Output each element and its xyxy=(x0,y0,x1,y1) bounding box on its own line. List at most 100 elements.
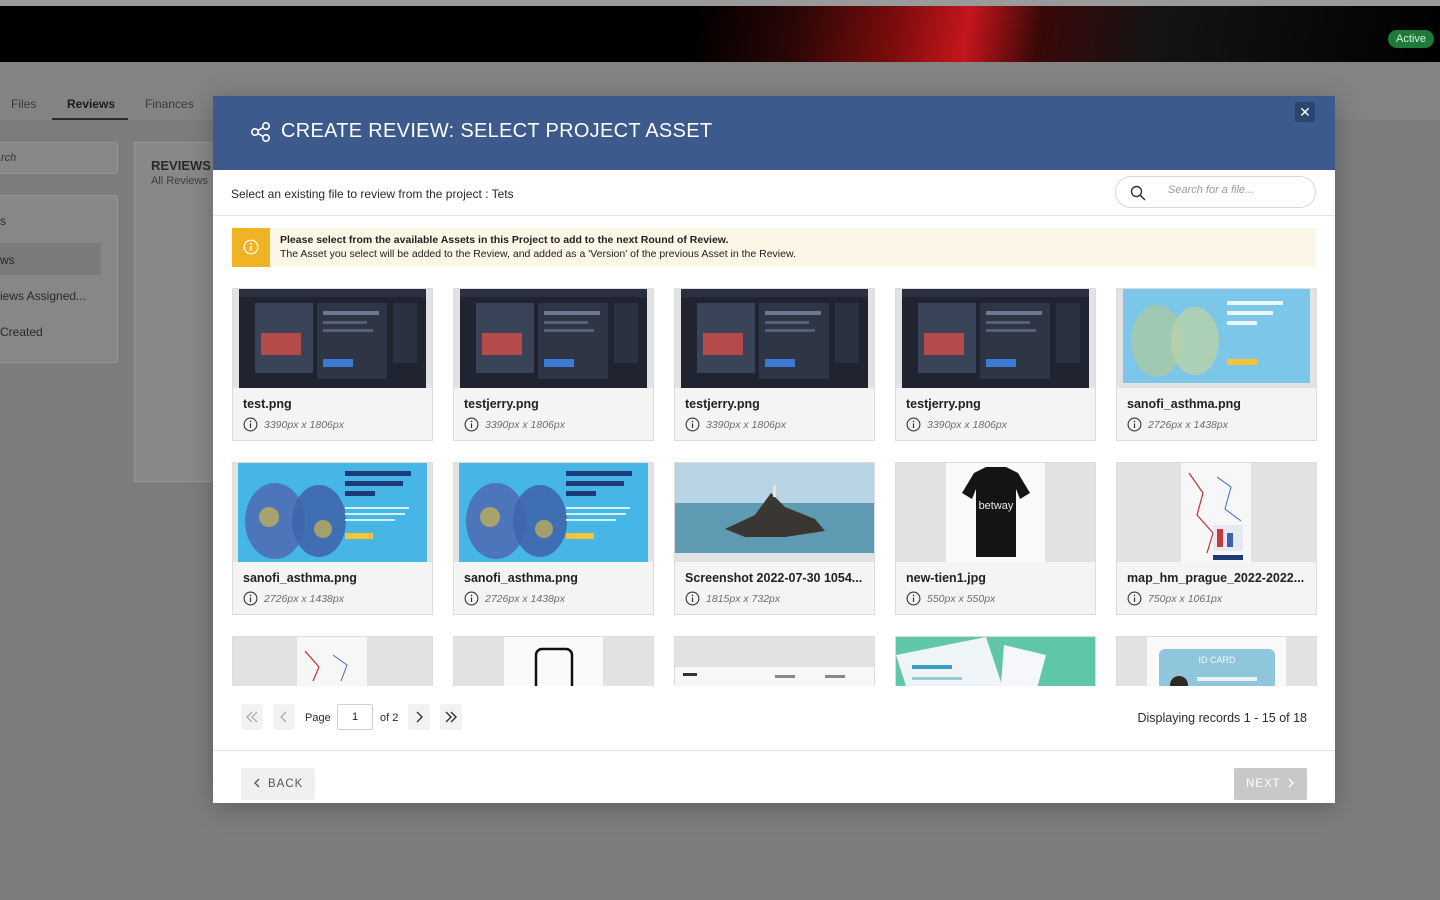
asset-thumbnail xyxy=(675,463,874,562)
asset-thumbnail xyxy=(1117,463,1316,562)
asset-name: testjerry.png xyxy=(464,397,539,411)
asset-card[interactable]: Screenshot 2022-07-30 1054... 1815px x 73… xyxy=(674,462,875,615)
first-page-button[interactable] xyxy=(241,704,263,730)
info-notice: Please select from the available Assets … xyxy=(232,228,1316,267)
info-icon[interactable] xyxy=(464,591,479,606)
asset-card[interactable]: testjerry.png 3390px x 1806px xyxy=(453,288,654,441)
search-icon xyxy=(1130,185,1146,201)
back-button[interactable]: BACK xyxy=(241,768,315,800)
reviews-panel-subtitle: All Reviews xyxy=(151,175,208,187)
asset-thumbnail xyxy=(233,637,432,686)
asset-dimensions: 1815px x 732px xyxy=(706,593,781,605)
modal-header: CREATE REVIEW: SELECT PROJECT ASSET ✕ xyxy=(213,96,1335,170)
asset-card[interactable]: test.png 3390px x 1806px xyxy=(232,288,433,441)
close-button[interactable]: ✕ xyxy=(1295,102,1315,122)
asset-card[interactable] xyxy=(453,636,654,686)
chevron-left-icon xyxy=(254,778,260,788)
pagination-bar: Page of 2 Displaying records 1 - 15 of 1… xyxy=(213,704,1335,734)
file-search-box[interactable] xyxy=(1115,176,1316,208)
notice-heading: Please select from the available Assets … xyxy=(280,234,729,246)
asset-card[interactable]: ID CARD xyxy=(1116,636,1317,686)
asset-dimensions: 2726px x 1438px xyxy=(264,593,344,605)
asset-dimensions: 2726px x 1438px xyxy=(1148,419,1228,431)
asset-name: test.png xyxy=(243,397,292,411)
records-count: Displaying records 1 - 15 of 18 xyxy=(1137,711,1307,725)
info-icon[interactable] xyxy=(906,591,921,606)
modal-footer: BACK NEXT xyxy=(213,750,1335,803)
reviews-panel-title: REVIEWS xyxy=(151,158,211,173)
sidebar-item-all[interactable]: s xyxy=(0,214,6,228)
svg-text:ID CARD: ID CARD xyxy=(1198,655,1236,665)
next-page-button[interactable] xyxy=(408,704,430,730)
asset-card[interactable] xyxy=(674,636,875,686)
page-total-label: of 2 xyxy=(380,712,399,724)
asset-name: map_hm_prague_2022-2022... xyxy=(1127,571,1305,585)
last-page-button[interactable] xyxy=(440,704,462,730)
info-icon[interactable] xyxy=(906,417,921,432)
chevron-right-icon xyxy=(416,711,423,723)
sidebar-item-reviews-assigned[interactable]: iews Assigned... xyxy=(0,289,86,303)
asset-name: Screenshot 2022-07-30 1054... xyxy=(685,571,863,585)
create-review-modal: CREATE REVIEW: SELECT PROJECT ASSET ✕ Se… xyxy=(213,96,1335,803)
close-icon: ✕ xyxy=(1299,104,1311,120)
asset-thumbnail xyxy=(896,637,1095,686)
asset-name: sanofi_asthma.png xyxy=(464,571,578,585)
double-chevron-right-icon xyxy=(445,711,457,723)
asset-thumbnail xyxy=(233,289,432,388)
tab-reviews[interactable]: Reviews xyxy=(67,97,115,111)
notice-icon-box xyxy=(232,228,270,267)
info-icon xyxy=(243,239,259,255)
info-icon[interactable] xyxy=(1127,417,1142,432)
next-button-label: NEXT xyxy=(1246,778,1281,790)
sidebar-item-my-reviews[interactable]: ws xyxy=(0,253,15,267)
asset-grid[interactable]: test.png 3390px x 1806px testjerry.png 3390… xyxy=(232,288,1318,686)
asset-card[interactable]: sanofi_asthma.png 2726px x 1438px xyxy=(232,462,433,615)
double-chevron-left-icon xyxy=(246,711,258,723)
next-button[interactable]: NEXT xyxy=(1234,768,1307,800)
tab-files[interactable]: Files xyxy=(11,97,36,111)
subheader-text: Select an existing file to review from t… xyxy=(231,187,514,201)
asset-dimensions: 550px x 550px xyxy=(927,593,996,605)
page-number-input[interactable] xyxy=(337,704,373,730)
info-icon[interactable] xyxy=(243,417,258,432)
notice-body: The Asset you select will be added to th… xyxy=(280,248,796,260)
asset-card[interactable]: sanofi_asthma.png 2726px x 1438px xyxy=(453,462,654,615)
asset-dimensions: 3390px x 1806px xyxy=(485,419,565,431)
reviews-search-input[interactable]: rch xyxy=(0,142,118,174)
info-icon[interactable] xyxy=(685,591,700,606)
asset-dimensions: 3390px x 1806px xyxy=(264,419,344,431)
asset-thumbnail xyxy=(1117,289,1316,388)
tab-active-indicator xyxy=(52,118,128,120)
sidebar-item-created[interactable]: Created xyxy=(0,325,43,339)
asset-thumbnail xyxy=(675,289,874,388)
asset-dimensions: 750px x 1061px xyxy=(1148,593,1223,605)
asset-card[interactable]: map_hm_prague_2022-2022... 750px x 1061px xyxy=(1116,462,1317,615)
previous-page-button[interactable] xyxy=(273,704,295,730)
asset-thumbnail: betway xyxy=(896,463,1095,562)
back-button-label: BACK xyxy=(268,778,304,790)
info-icon[interactable] xyxy=(1127,591,1142,606)
info-icon[interactable] xyxy=(243,591,258,606)
asset-card[interactable]: sanofi_asthma.png 2726px x 1438px xyxy=(1116,288,1317,441)
info-icon[interactable] xyxy=(685,417,700,432)
asset-thumbnail xyxy=(233,463,432,562)
asset-card[interactable] xyxy=(232,636,433,686)
asset-name: sanofi_asthma.png xyxy=(243,571,357,585)
asset-card[interactable] xyxy=(895,636,1096,686)
modal-subheader: Select an existing file to review from t… xyxy=(213,170,1335,216)
info-icon[interactable] xyxy=(464,417,479,432)
asset-card[interactable]: testjerry.png 3390px x 1806px xyxy=(895,288,1096,441)
asset-name: new-tien1.jpg xyxy=(906,571,986,585)
file-search-input[interactable] xyxy=(1168,184,1308,196)
asset-dimensions: 3390px x 1806px xyxy=(706,419,786,431)
asset-name: testjerry.png xyxy=(685,397,760,411)
app-top-banner: Active xyxy=(0,0,1440,62)
tab-finances[interactable]: Finances xyxy=(145,97,194,111)
svg-text:betway: betway xyxy=(979,500,1014,512)
status-badge: Active xyxy=(1388,30,1434,48)
asset-name: sanofi_asthma.png xyxy=(1127,397,1241,411)
asset-card[interactable]: betway new-tien1.jpg 550px x 550px xyxy=(895,462,1096,615)
chevron-left-icon xyxy=(280,711,287,723)
asset-card[interactable]: testjerry.png 3390px x 1806px xyxy=(674,288,875,441)
modal-title: CREATE REVIEW: SELECT PROJECT ASSET xyxy=(281,120,713,142)
